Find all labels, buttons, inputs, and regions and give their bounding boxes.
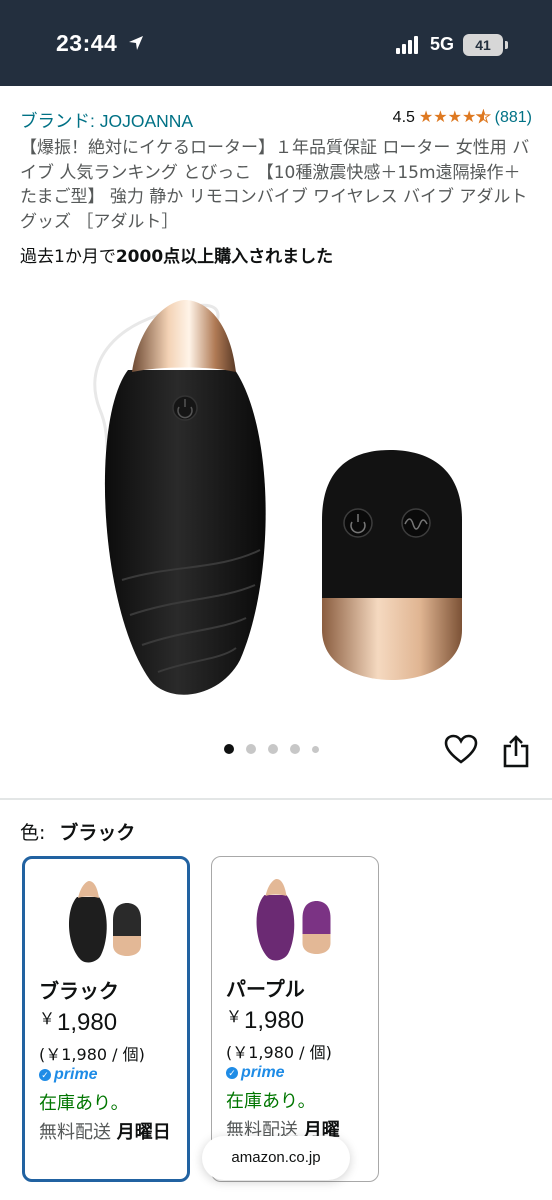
purchase-count-prefix: 過去1か月で (20, 247, 116, 267)
carousel-dot[interactable] (246, 744, 256, 754)
battery-tip (505, 41, 508, 49)
prime-badge: ✓ prime (226, 1064, 285, 1082)
unit-price: (￥1,980 / 個) (39, 1045, 145, 1064)
product-image[interactable] (60, 280, 500, 710)
prime-badge: ✓ prime (39, 1066, 98, 1084)
purchase-count-bold: 2000点以上購入されました (115, 247, 334, 267)
variant-card-purple[interactable]: パープル ￥1,980 (￥1,980 / 個) ✓ prime 在庫あり。 無… (211, 856, 379, 1182)
shipping-info: 無料配送 月曜日 (39, 1119, 184, 1146)
prime-label: prime (54, 1066, 98, 1083)
variant-thumbnail (69, 881, 141, 963)
checkmark-icon: ✓ (226, 1067, 238, 1079)
star-icon: ★ (447, 109, 462, 126)
review-count-link[interactable]: (881) (495, 109, 532, 127)
currency-symbol: ￥ (226, 1009, 243, 1026)
heart-icon[interactable] (444, 734, 478, 766)
battery-icon: 41 (463, 34, 503, 56)
status-time: 23:44 (56, 30, 118, 56)
variant-name: パープル (226, 977, 305, 1001)
carousel-dot[interactable] (268, 744, 278, 754)
color-label: 色: (20, 822, 46, 844)
variant-name: ブラック (39, 979, 119, 1003)
prime-label: prime (241, 1064, 285, 1081)
color-selector-label: 色: ブラック (20, 818, 135, 845)
stock-status: 在庫あり。 (39, 1093, 129, 1114)
shipping-day: 月曜日 (116, 1122, 171, 1143)
currency-symbol: ￥ (39, 1011, 56, 1028)
share-icon[interactable] (502, 734, 530, 768)
purchase-count-text: 過去1か月で2000点以上購入されました (20, 242, 333, 267)
cellular-signal-icon (396, 36, 422, 54)
location-arrow-icon (129, 36, 143, 50)
rating-summary[interactable]: 4.5 ★ ★ ★ ★ ★ (881) (393, 109, 532, 127)
carousel-dot[interactable] (224, 744, 234, 754)
rating-value: 4.5 (392, 109, 415, 126)
carousel-dot[interactable] (290, 744, 300, 754)
variant-thumbnail (256, 879, 331, 961)
unit-price: (￥1,980 / 個) (226, 1043, 332, 1062)
star-icon: ★ (433, 109, 448, 126)
battery-level: 41 (475, 37, 491, 53)
stock-status: 在庫あり。 (226, 1091, 316, 1112)
status-bar: 23:44 5G 41 (0, 0, 552, 86)
shipping-prefix: 無料配送 (39, 1122, 111, 1143)
variant-card-black[interactable]: ブラック ￥1,980 (￥1,980 / 個) ✓ prime 在庫あり。 無… (22, 856, 190, 1182)
variant-price: ￥1,980 (226, 1003, 304, 1035)
selected-color: ブラック (59, 822, 136, 844)
checkmark-icon: ✓ (39, 1069, 51, 1081)
brand-link[interactable]: ブランド: JOJOANNA (20, 108, 193, 133)
product-title: 【爆振！絶対にイケるローター】１年品質保証 ローター 女性用 バイブ 人気ランキ… (20, 138, 530, 232)
star-icon: ★ (461, 109, 477, 126)
star-rating-icon: ★ ★ ★ ★ ★ (419, 109, 491, 127)
section-divider (0, 798, 552, 800)
price-value: 1,980 (244, 1007, 305, 1034)
half-star-icon: ★ (476, 109, 491, 127)
carousel-dot[interactable] (312, 745, 319, 753)
star-icon: ★ (418, 109, 434, 126)
network-type: 5G (430, 34, 455, 54)
image-carousel-dots[interactable] (224, 744, 331, 754)
brand-rating-row: ブランド: JOJOANNA 4.5 ★ ★ ★ ★ ★ (881) (20, 108, 532, 134)
price-value: 1,980 (57, 1009, 118, 1036)
variant-price: ￥1,980 (39, 1005, 117, 1037)
browser-url-pill[interactable]: amazon.co.jp (202, 1136, 350, 1180)
